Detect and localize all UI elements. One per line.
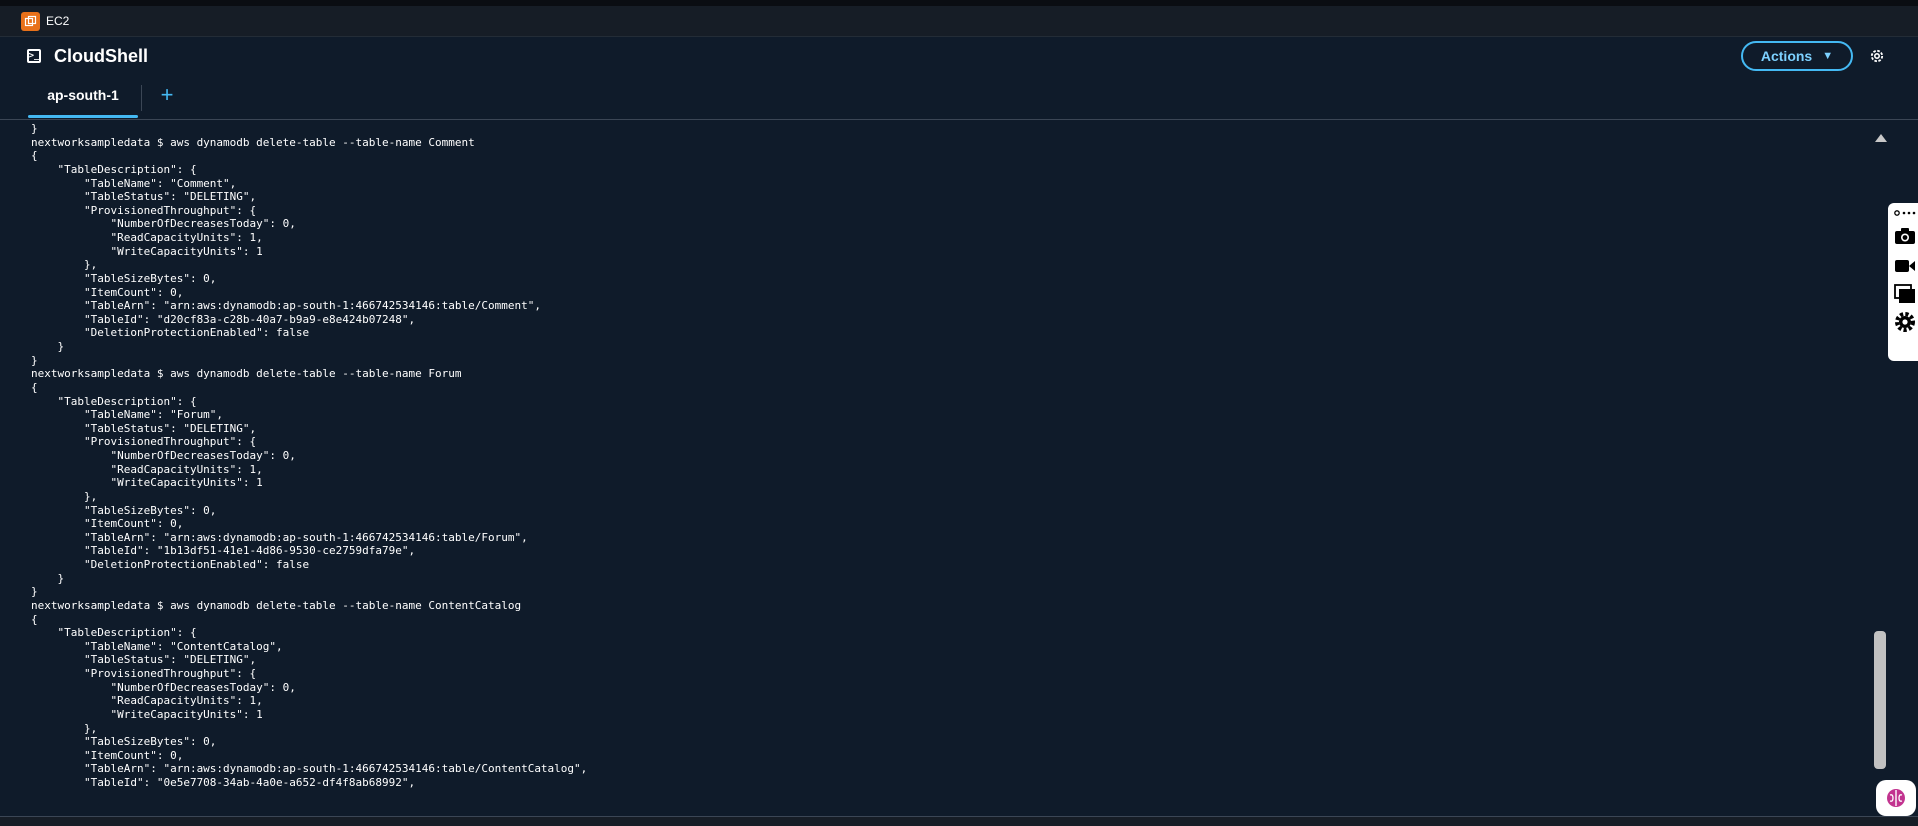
tab-bar: ap-south-1 +	[0, 79, 1918, 120]
tab-label: ap-south-1	[47, 87, 119, 103]
video-icon[interactable]	[1892, 253, 1918, 279]
window-icon[interactable]	[1892, 281, 1918, 307]
assistant-button[interactable]	[1876, 780, 1916, 816]
scroll-up-arrow-icon[interactable]	[1875, 134, 1887, 142]
service-bar: EC2	[0, 6, 1918, 37]
more-icon[interactable]	[1892, 205, 1918, 221]
page-title: CloudShell	[54, 46, 148, 66]
gear-icon	[1870, 49, 1884, 63]
ec2-icon[interactable]	[21, 11, 40, 31]
assistant-icon	[1887, 789, 1905, 807]
add-tab-button[interactable]: +	[156, 82, 178, 107]
side-toolbar	[1888, 203, 1918, 361]
caret-down-icon: ▼	[1822, 50, 1834, 62]
tab-divider	[141, 85, 142, 111]
terminal-text: } nextworksampledata $ aws dynamodb dele…	[31, 122, 588, 789]
settings-button[interactable]	[1866, 45, 1888, 67]
actions-label: Actions	[1760, 48, 1813, 64]
terminal-scrollbar[interactable]	[1872, 126, 1888, 776]
cloudshell-header: >_ CloudShell Actions ▼	[0, 37, 1918, 79]
camera-icon[interactable]	[1892, 223, 1918, 249]
bottom-bar	[0, 816, 1918, 826]
terminal-icon: >_	[27, 49, 41, 63]
cloudshell-window: EC2 >_ CloudShell Actions ▼ ap-south-1 +…	[0, 0, 1918, 826]
tab-ap-south-1[interactable]: ap-south-1	[28, 87, 138, 118]
terminal-output[interactable]: } nextworksampledata $ aws dynamodb dele…	[0, 120, 1872, 816]
actions-button[interactable]: Actions ▼	[1741, 41, 1853, 71]
gear-icon[interactable]	[1892, 309, 1918, 335]
service-name[interactable]: EC2	[46, 14, 69, 28]
scroll-thumb[interactable]	[1874, 631, 1886, 769]
active-tab-indicator	[28, 115, 138, 118]
